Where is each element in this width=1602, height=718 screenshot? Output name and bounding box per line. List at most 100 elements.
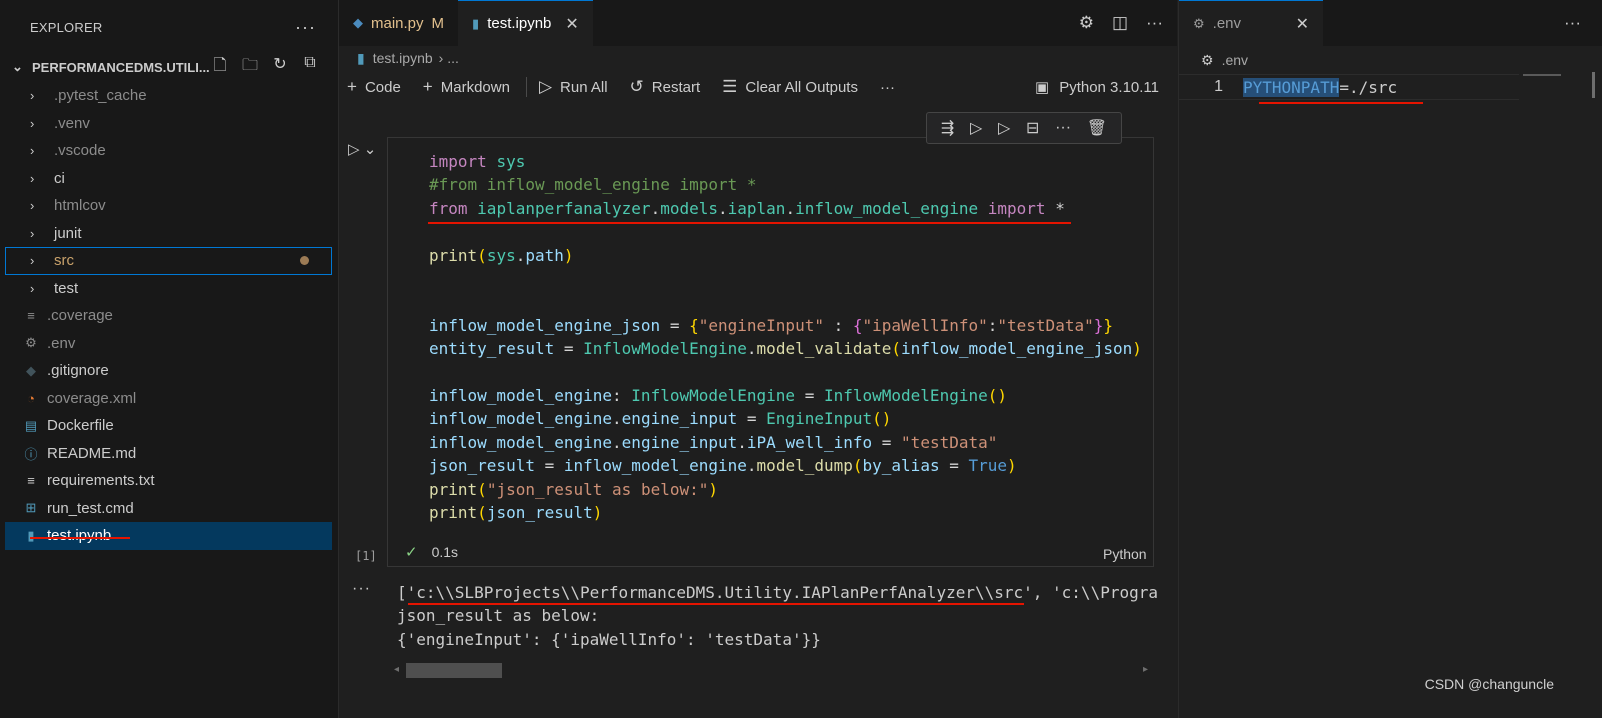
settings-gear-icon[interactable]: ⚙ — [1079, 13, 1094, 33]
editor-line[interactable]: 1 PYTHONPATH=./src — [1179, 74, 1519, 100]
tree-item-junit[interactable]: › junit — [0, 220, 338, 248]
explorer-sidebar: EXPLORER ··· ⌄ PERFORMANCEDMS.UTILI... 🗋… — [0, 0, 339, 718]
toolbar-more-icon[interactable]: ··· — [880, 79, 895, 96]
tree-item-label: src — [54, 252, 74, 270]
run-cell-button[interactable]: ▷ ⌄ — [348, 140, 376, 158]
cell-output[interactable]: ['c:\\SLBProjects\\PerformanceDMS.Utilit… — [397, 581, 1157, 651]
breadcrumb-file[interactable]: test.ipynb — [373, 50, 433, 66]
gear-icon: ⚙ — [1201, 51, 1214, 68]
split-editor-icon[interactable]: ◫ — [1112, 13, 1128, 33]
chevron-right-icon: › — [30, 115, 35, 131]
breadcrumb-rest[interactable]: › ... — [439, 50, 459, 66]
split-cell-icon[interactable]: ⊟ — [1026, 118, 1039, 138]
tree-item-test-ipynb[interactable]: ▮ test.ipynb — [5, 522, 332, 550]
delete-cell-icon[interactable]: 🗑 — [1087, 118, 1107, 138]
tree-item-gitignore[interactable]: ◆ .gitignore — [0, 357, 338, 385]
tree-item-label: requirements.txt — [47, 472, 155, 490]
run-all-icon: ▷ — [538, 77, 553, 96]
info-icon: ⓘ — [24, 446, 38, 462]
annotation-underline — [408, 603, 1024, 605]
tree-item-label: ci — [54, 169, 65, 187]
scroll-right-arrow-icon[interactable]: ▸ — [1143, 664, 1148, 675]
tree-item-htmlcov[interactable]: › htmlcov — [0, 192, 338, 220]
tab-label: main.py — [371, 14, 424, 32]
tree-item-test[interactable]: › test — [0, 275, 338, 303]
tree-item-label: .coverage — [47, 307, 113, 325]
annotation-underline — [1259, 102, 1423, 104]
tree-item-coverage[interactable]: ≡ .coverage — [0, 302, 338, 330]
close-icon[interactable]: ✕ — [1296, 14, 1309, 34]
cell-status: ✓ 0.1s — [405, 543, 458, 561]
python-file-icon: ◆ — [353, 15, 363, 30]
output-actions-icon[interactable]: ··· — [352, 580, 371, 598]
chevron-right-icon: › — [30, 253, 35, 269]
tree-item-label: junit — [54, 224, 82, 242]
watermark: CSDN @changuncle — [1424, 676, 1554, 692]
tab-env[interactable]: ⚙ .env ✕ — [1179, 0, 1323, 46]
clear-all-icon: ☰ — [722, 77, 738, 96]
git-icon: ◆ — [26, 362, 36, 378]
line-text[interactable]: PYTHONPATH=./src — [1243, 77, 1397, 97]
tree-item-env[interactable]: ⚙ .env — [0, 330, 338, 358]
tree-item-dockerfile[interactable]: ▤ Dockerfile — [0, 412, 338, 440]
tree-item-label: test.ipynb — [47, 527, 112, 545]
tree-item-coverage-xml[interactable]: ◔ coverage.xml — [0, 385, 338, 413]
add-markdown-cell-button[interactable]: + Markdown — [423, 77, 510, 97]
tree-item-vscode[interactable]: › .vscode — [0, 137, 338, 165]
tree-item-ci[interactable]: › ci — [0, 165, 338, 193]
chevron-right-icon: › — [30, 225, 35, 241]
line-number: 1 — [1214, 78, 1223, 95]
collapse-all-icon[interactable]: ⧉ — [300, 54, 320, 81]
new-folder-icon[interactable]: 🗀 — [240, 54, 260, 81]
project-folder-header[interactable]: ⌄ PERFORMANCEDMS.UTILI... 🗋 🗀 ↻ ⧉ — [0, 54, 338, 80]
code-content[interactable]: import sys #from inflow_model_engine imp… — [429, 150, 1142, 525]
tree-item-readme[interactable]: ⓘ README.md — [0, 440, 338, 468]
cell-duration: 0.1s — [431, 544, 459, 560]
horizontal-scrollbar-thumb[interactable] — [406, 663, 502, 678]
tree-item-pytest-cache[interactable]: › .pytest_cache — [0, 82, 338, 110]
breadcrumb-file[interactable]: .env — [1222, 52, 1248, 68]
plus-icon: + — [422, 77, 433, 96]
more-actions-icon[interactable]: ··· — [295, 17, 316, 38]
restart-label: Restart — [651, 78, 701, 96]
more-actions-icon[interactable]: ··· — [1564, 13, 1581, 33]
tree-item-venv[interactable]: › .venv — [0, 110, 338, 138]
refresh-icon[interactable]: ↻ — [270, 54, 290, 81]
docker-icon: ▤ — [24, 417, 38, 433]
restart-button[interactable]: ↺ Restart — [630, 77, 701, 97]
chevron-right-icon: › — [30, 198, 35, 214]
tree-item-src[interactable]: › src — [5, 247, 332, 275]
more-actions-icon[interactable]: ··· — [1146, 13, 1163, 33]
tree-item-requirements[interactable]: ≡ requirements.txt — [0, 467, 338, 495]
rss-icon: ◔ — [27, 390, 35, 406]
add-code-cell-button[interactable]: + Code — [347, 77, 401, 97]
tab-test-ipynb[interactable]: ▮ test.ipynb ✕ — [458, 0, 593, 46]
tree-item-label: Dockerfile — [47, 417, 114, 435]
modified-badge: M — [431, 14, 445, 32]
scroll-left-arrow-icon[interactable]: ◂ — [394, 664, 399, 675]
breadcrumb: ⚙ .env — [1179, 46, 1602, 74]
output-line: json_result as below: — [397, 606, 600, 626]
kernel-label: Python 3.10.11 — [1059, 78, 1159, 96]
tree-item-run-test[interactable]: ⊞ run_test.cmd — [0, 495, 338, 523]
kernel-picker[interactable]: ▣ Python 3.10.11 — [1035, 70, 1159, 104]
check-icon: ✓ — [405, 544, 418, 561]
new-file-icon[interactable]: 🗋 — [210, 54, 230, 81]
notebook-icon: ▮ — [27, 527, 35, 543]
tree-item-label: htmlcov — [54, 197, 106, 215]
more-icon[interactable]: ··· — [1055, 119, 1071, 137]
explorer-header: EXPLORER ··· — [0, 0, 338, 54]
restart-icon: ↺ — [629, 77, 644, 96]
tab-label: test.ipynb — [487, 15, 552, 32]
run-all-button[interactable]: ▷ Run All — [539, 77, 608, 97]
tree-item-label: .vscode — [54, 142, 106, 160]
clear-all-outputs-button[interactable]: ☰ Clear All Outputs — [722, 77, 858, 97]
chevron-right-icon: › — [30, 170, 35, 186]
run-below-icon[interactable]: ▷ — [998, 118, 1010, 138]
run-above-icon[interactable]: ▷ — [970, 118, 982, 138]
execute-above-icon[interactable]: ⇶ — [941, 118, 954, 138]
close-icon[interactable]: ✕ — [565, 14, 578, 34]
cell-language-picker[interactable]: Python — [1103, 546, 1147, 562]
tab-main-py[interactable]: ◆ main.py M — [339, 0, 458, 46]
minimap-line — [1523, 74, 1561, 76]
